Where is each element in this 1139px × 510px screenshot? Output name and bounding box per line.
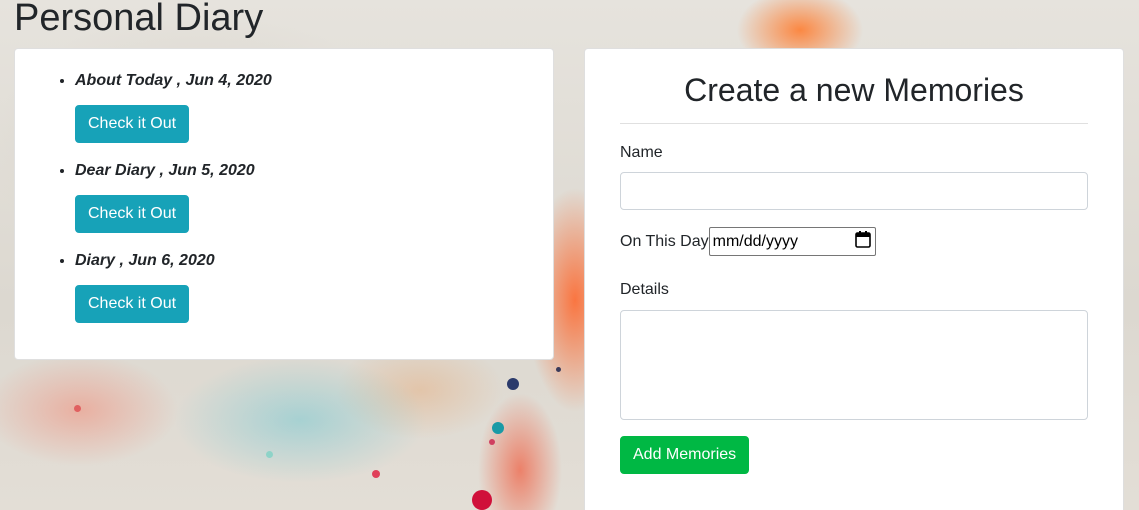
divider [620,123,1088,124]
calendar-icon[interactable] [854,230,871,253]
background-dot [266,451,273,458]
background-dot [556,367,561,372]
diary-entry-title: Diary , Jun 6, 2020 [75,252,215,269]
add-memories-button[interactable]: Add Memories [620,436,750,474]
name-label: Name [620,144,663,161]
diary-entry: About Today , Jun 4, 2020 Check it Out [75,71,272,161]
background-dot [489,439,495,445]
check-it-out-button[interactable]: Check it Out [75,105,190,143]
details-textarea[interactable] [620,310,1088,420]
diary-entry: Dear Diary , Jun 5, 2020 Check it Out [75,161,272,251]
background-dot [372,470,380,478]
background-dot [507,378,519,390]
diary-entry: Diary , Jun 6, 2020 Check it Out [75,251,272,341]
diary-entry-list: About Today , Jun 4, 2020 Check it Out D… [75,71,272,341]
check-it-out-button[interactable]: Check it Out [75,195,190,233]
background-dot [472,490,492,510]
background-dot [492,422,504,434]
date-label: On This Day [620,232,709,250]
page-title: Personal Diary [14,0,264,39]
date-row: On This Day mm/dd/yyyy [620,227,876,256]
diary-entries-card: About Today , Jun 4, 2020 Check it Out D… [14,48,554,360]
diary-entry-title: About Today , Jun 4, 2020 [75,72,272,89]
background-dot [74,405,81,412]
date-placeholder: mm/dd/yyyy [712,232,798,250]
form-title: Create a new Memories [684,72,1024,108]
date-input[interactable]: mm/dd/yyyy [708,227,876,256]
details-label: Details [620,281,669,298]
name-input[interactable] [620,172,1088,210]
check-it-out-button[interactable]: Check it Out [75,285,190,323]
diary-entry-title: Dear Diary , Jun 5, 2020 [75,162,255,179]
new-memory-form-card: Create a new Memories Name On This Day m… [584,48,1124,510]
